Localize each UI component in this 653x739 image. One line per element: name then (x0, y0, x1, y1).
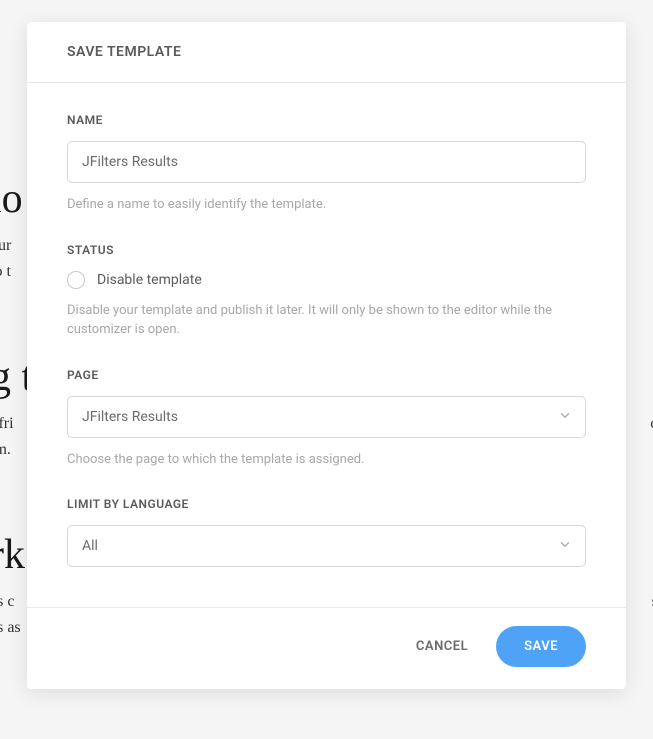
name-group: NAME Define a name to easily identify th… (67, 113, 586, 215)
name-label: NAME (67, 113, 586, 127)
status-group: STATUS Disable template Disable your tem… (67, 243, 586, 340)
language-select[interactable]: All (67, 525, 586, 567)
status-help: Disable your template and publish it lat… (67, 301, 586, 340)
page-help: Choose the page to which the template is… (67, 450, 586, 470)
page-select[interactable]: JFilters Results (67, 396, 586, 438)
page-select-wrapper: JFilters Results (67, 396, 586, 438)
language-select-wrapper: All (67, 525, 586, 567)
name-help: Define a name to easily identify the tem… (67, 195, 586, 215)
disable-template-label: Disable template (97, 272, 202, 288)
bg-text: to t (0, 259, 11, 285)
bg-text: our (0, 233, 11, 259)
modal-title: SAVE TEMPLATE (67, 44, 586, 60)
status-label: STATUS (67, 243, 586, 257)
save-button[interactable]: SAVE (496, 626, 586, 667)
page-group: PAGE JFilters Results Choose the page to… (67, 368, 586, 470)
bg-text: es c (0, 589, 21, 615)
modal-header: SAVE TEMPLATE (27, 22, 626, 83)
bg-text: es as (0, 615, 21, 641)
modal-body: NAME Define a name to easily identify th… (27, 83, 626, 607)
language-group: LIMIT BY LANGUAGE All (67, 497, 586, 567)
modal-footer: CANCEL SAVE (27, 607, 626, 689)
save-template-modal: SAVE TEMPLATE NAME Define a name to easi… (27, 22, 626, 689)
bg-text: lm. (0, 437, 14, 463)
disable-template-checkbox[interactable] (67, 271, 85, 289)
bg-text: t fri (0, 411, 14, 437)
disable-template-row: Disable template (67, 271, 586, 289)
name-input[interactable] (67, 141, 586, 183)
cancel-button[interactable]: CANCEL (408, 627, 476, 666)
page-label: PAGE (67, 368, 586, 382)
language-label: LIMIT BY LANGUAGE (67, 497, 586, 511)
